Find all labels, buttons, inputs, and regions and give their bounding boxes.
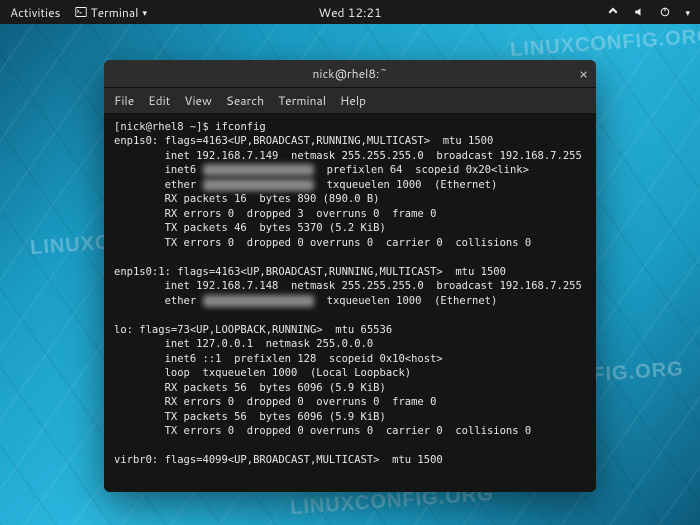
terminal-menubar: File Edit View Search Terminal Help xyxy=(104,88,596,114)
menu-edit[interactable]: Edit xyxy=(148,92,170,109)
close-button[interactable]: × xyxy=(579,67,588,81)
menu-file[interactable]: File xyxy=(114,92,134,109)
redacted-value: xx:xx:xx:xx:xx:xx xyxy=(203,179,314,191)
network-icon[interactable] xyxy=(607,6,619,18)
activities-button[interactable]: Activities xyxy=(10,4,61,21)
redacted-value: xx:xx:xx:xx:xx:xx xyxy=(203,295,314,307)
menu-search[interactable]: Search xyxy=(226,92,264,109)
terminal-icon xyxy=(75,6,87,18)
chevron-down-icon: ▾ xyxy=(142,6,147,19)
app-menu[interactable]: Terminal ▾ xyxy=(75,4,147,21)
gnome-topbar: Activities Terminal ▾ Wed 12:21 ▾ xyxy=(0,0,700,24)
menu-help[interactable]: Help xyxy=(340,92,366,109)
redacted-value: xx:xx:xx:xx:xx:xx xyxy=(203,164,314,176)
terminal-window: nick@rhel8:~ × File Edit View Search Ter… xyxy=(104,60,596,492)
power-icon[interactable] xyxy=(659,6,671,18)
chevron-down-icon: ▾ xyxy=(685,6,690,19)
clock[interactable]: Wed 12:21 xyxy=(318,4,381,21)
menu-terminal[interactable]: Terminal xyxy=(278,92,326,109)
terminal-output[interactable]: [nick@rhel8 ~]$ ifconfig enp1s0: flags=4… xyxy=(104,114,596,492)
menu-view[interactable]: View xyxy=(184,92,212,109)
window-titlebar[interactable]: nick@rhel8:~ × xyxy=(104,60,596,88)
app-menu-label: Terminal xyxy=(91,4,139,21)
volume-icon[interactable] xyxy=(633,6,645,18)
window-title: nick@rhel8:~ xyxy=(312,65,387,82)
